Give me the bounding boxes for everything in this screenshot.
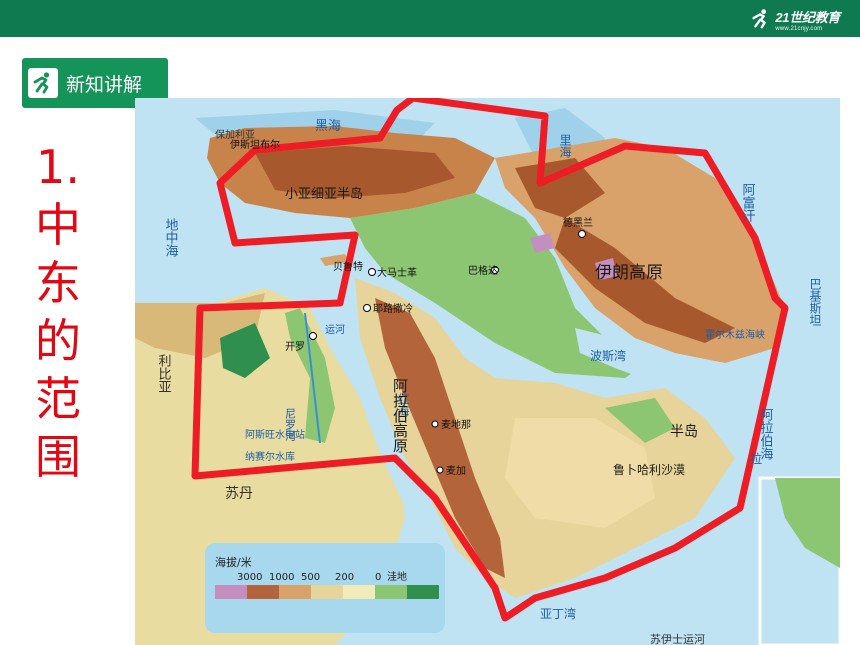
- place-label: 纳赛尔水库: [245, 450, 295, 463]
- sea-label: 里海: [558, 134, 572, 158]
- legend-swatch: [375, 585, 407, 599]
- sea-label: 拉: [750, 451, 762, 466]
- country-label: 利比亚: [156, 354, 172, 393]
- region-label: 鲁卜哈利沙漠: [613, 463, 685, 477]
- region-label: 伊朗高原: [595, 263, 663, 283]
- sea-label: 地中海: [163, 218, 179, 257]
- region-label: 半岛: [670, 424, 698, 440]
- city-label: 大马士革: [377, 266, 417, 279]
- section-title: 新知讲解: [66, 73, 143, 96]
- middle-east-map: 海拔/米 3000 1000 500 200 0 洼地 黑海 里海 地中海 红海…: [135, 98, 840, 645]
- river-label: 尼罗河: [284, 408, 297, 441]
- city-dot: [578, 230, 586, 238]
- city-dot: [436, 466, 444, 474]
- legend-tick: 500: [301, 572, 320, 583]
- brand-logo: 21世纪教育 www.21cnjy.com: [749, 6, 840, 32]
- country-label: 苏丹: [225, 486, 253, 502]
- legend-swatches: [215, 585, 439, 599]
- inset-caption: 苏伊士运河: [650, 633, 705, 645]
- city-dot: [368, 268, 376, 276]
- legend-swatch: [343, 585, 375, 599]
- legend-tick: 洼地: [387, 570, 407, 583]
- legend-tick: 0: [375, 572, 381, 583]
- city-label: 麦地那: [441, 418, 471, 431]
- sea-label: 黑海: [315, 119, 341, 134]
- runner-logo-icon: [752, 9, 767, 29]
- legend-title: 海拔/米: [215, 555, 252, 569]
- city-label: 巴格达: [468, 264, 498, 277]
- region-label: 小亚细亚半岛: [285, 186, 363, 202]
- legend-swatch: [215, 585, 247, 599]
- legend-tick: 200: [335, 572, 354, 583]
- legend-swatch: [407, 585, 439, 599]
- city-dot: [431, 420, 439, 428]
- sea-label: 亚丁湾: [540, 606, 576, 621]
- country-label: 保加利亚: [215, 128, 255, 141]
- title-char: 东: [35, 256, 81, 310]
- city-label: 开罗: [285, 341, 305, 353]
- title-char: 1.: [36, 140, 80, 194]
- place-label: 运河: [325, 324, 345, 336]
- title-char: 围: [35, 430, 81, 484]
- city-dot: [309, 332, 317, 340]
- runner-icon: [28, 68, 58, 98]
- city-label: 贝鲁特: [333, 260, 363, 273]
- title-char: 范: [35, 372, 81, 426]
- region-label: 阿拉伯高原: [391, 378, 409, 453]
- legend-swatch: [311, 585, 343, 599]
- city-label: 德黑兰: [563, 216, 593, 229]
- city-label: 麦加: [446, 465, 466, 477]
- city-dot: [363, 304, 371, 312]
- header-bar: 21世纪教育 www.21cnjy.com: [0, 0, 860, 37]
- legend-swatch: [247, 585, 279, 599]
- sea-label: 波斯湾: [590, 348, 626, 363]
- title-char: 的: [35, 314, 81, 368]
- legend-tick: 1000: [269, 572, 294, 583]
- sea-label: 霍尔木兹海峡: [705, 328, 765, 341]
- page-title: 1. 中 东 的 范 围: [28, 138, 88, 486]
- city-label: 耶路撒冷: [373, 302, 413, 315]
- brand-url: www.21cnjy.com: [775, 25, 823, 32]
- country-label: 阿富汗: [740, 183, 756, 222]
- legend-swatch: [279, 585, 311, 599]
- title-char: 中: [35, 198, 81, 252]
- country-label: 巴基斯坦: [808, 278, 822, 326]
- legend-tick: 3000: [237, 572, 262, 583]
- brand-name: 21世纪教育: [775, 9, 840, 25]
